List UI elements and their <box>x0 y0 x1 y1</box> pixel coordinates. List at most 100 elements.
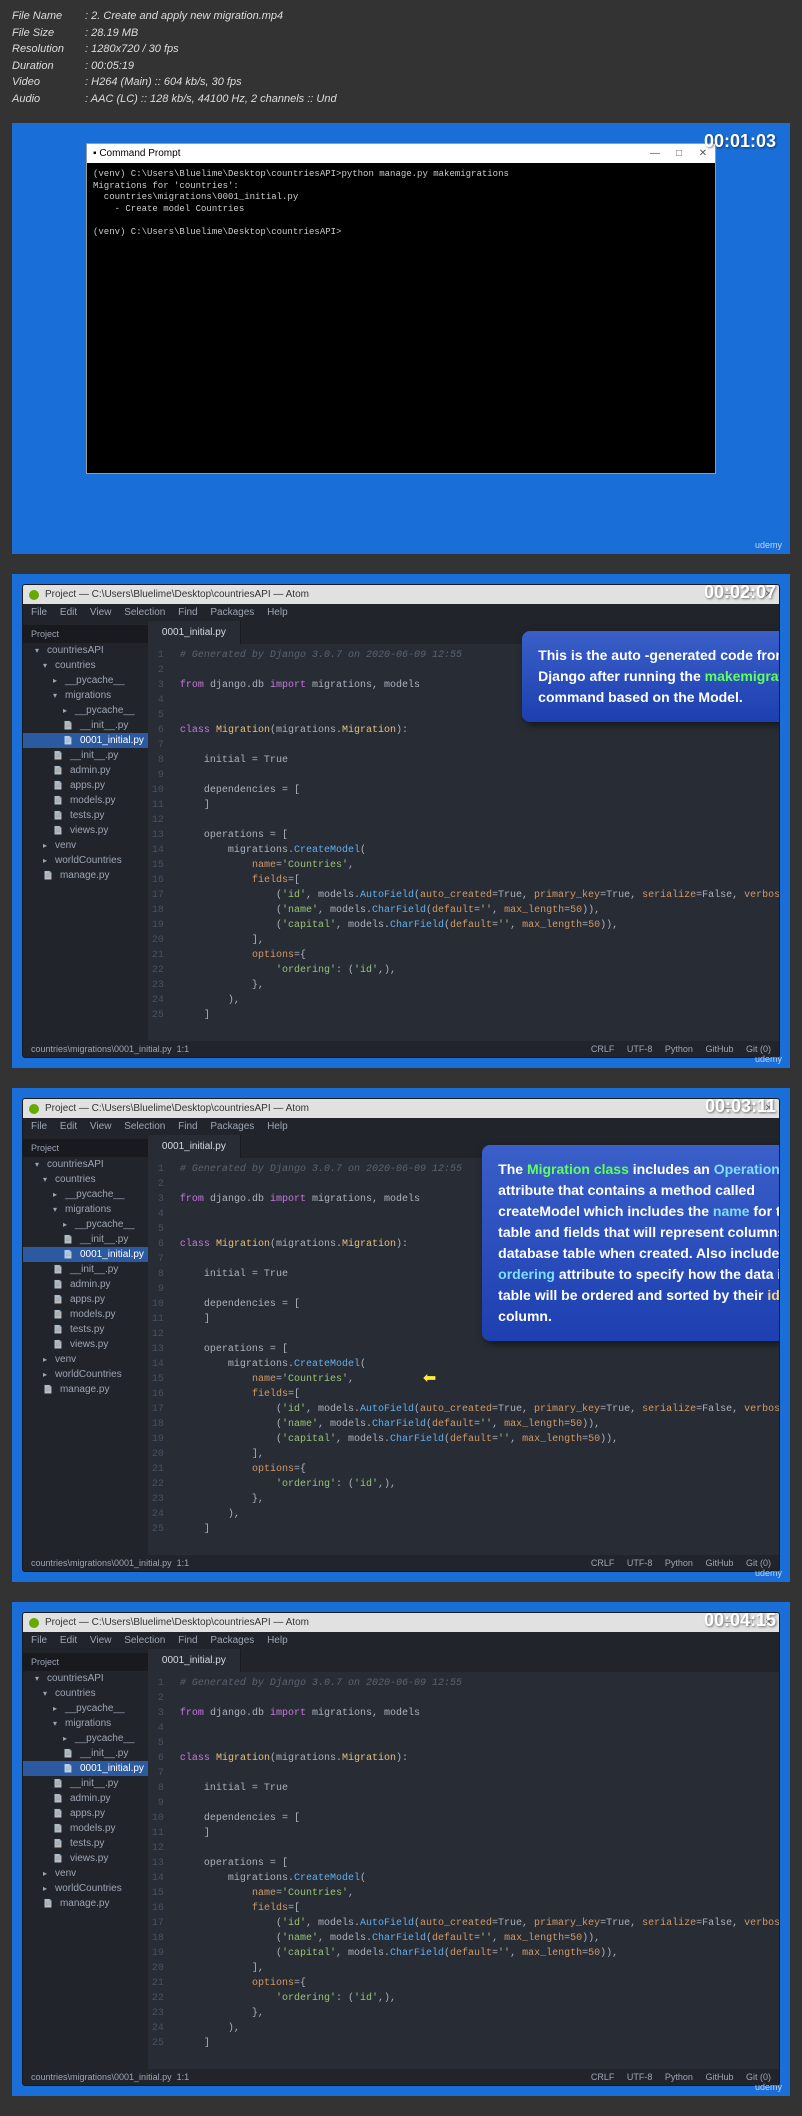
tree-folder[interactable]: venv <box>23 838 148 853</box>
tree-folder[interactable]: worldCountries <box>23 1881 148 1896</box>
tree-file[interactable]: tests.py <box>23 1322 148 1337</box>
menu-file[interactable]: File <box>31 1635 47 1646</box>
tree-file[interactable]: admin.py <box>23 763 148 778</box>
tree-file[interactable]: tests.py <box>23 1836 148 1851</box>
tree-file[interactable]: views.py <box>23 1337 148 1352</box>
tree-root[interactable]: countriesAPI <box>23 1157 148 1172</box>
status-crlf[interactable]: CRLF <box>591 1558 615 1568</box>
tree-folder[interactable]: __pycache__ <box>23 1217 148 1232</box>
menu-selection[interactable]: Selection <box>124 1121 165 1132</box>
tree-file-selected[interactable]: 0001_initial.py <box>23 733 148 748</box>
tree-file[interactable]: manage.py <box>23 1382 148 1397</box>
tree-folder[interactable]: worldCountries <box>23 853 148 868</box>
tree-file[interactable]: admin.py <box>23 1791 148 1806</box>
tree-file[interactable]: __init__.py <box>23 748 148 763</box>
menu-find[interactable]: Find <box>178 1635 197 1646</box>
status-git[interactable]: Git (0) <box>746 2072 771 2082</box>
menu-view[interactable]: View <box>90 1121 112 1132</box>
status-git[interactable]: Git (0) <box>746 1558 771 1568</box>
menu-packages[interactable]: Packages <box>210 1635 254 1646</box>
tree-folder[interactable]: __pycache__ <box>23 1731 148 1746</box>
menu-edit[interactable]: Edit <box>60 1121 77 1132</box>
menu-packages[interactable]: Packages <box>210 607 254 618</box>
editor-tab[interactable]: 0001_initial.py <box>148 1135 241 1158</box>
status-crlf[interactable]: CRLF <box>591 1044 615 1054</box>
tree-file[interactable]: apps.py <box>23 1806 148 1821</box>
atom-titlebar[interactable]: Project — C:\Users\Bluelime\Desktop\coun… <box>23 1099 779 1118</box>
tree-root[interactable]: countriesAPI <box>23 1671 148 1686</box>
menu-file[interactable]: File <box>31 607 47 618</box>
tree-file[interactable]: __init__.py <box>23 1746 148 1761</box>
status-path[interactable]: countries\migrations\0001_initial.py <box>31 1558 172 1568</box>
maximize-icon[interactable]: □ <box>673 148 685 159</box>
project-sidebar[interactable]: Project countriesAPI countries __pycache… <box>23 1135 148 1555</box>
status-language[interactable]: Python <box>665 2072 693 2082</box>
cmd-output[interactable]: (venv) C:\Users\Bluelime\Desktop\countri… <box>87 163 715 473</box>
tree-folder[interactable]: __pycache__ <box>23 673 148 688</box>
tree-folder[interactable]: venv <box>23 1352 148 1367</box>
tree-folder[interactable]: countries <box>23 658 148 673</box>
tree-folder[interactable]: __pycache__ <box>23 1187 148 1202</box>
tree-file[interactable]: __init__.py <box>23 1232 148 1247</box>
menu-edit[interactable]: Edit <box>60 607 77 618</box>
menu-find[interactable]: Find <box>178 1121 197 1132</box>
minimize-icon[interactable]: — <box>649 148 661 159</box>
status-cursor-pos[interactable]: 1:1 <box>177 1558 190 1568</box>
tree-root[interactable]: countriesAPI <box>23 643 148 658</box>
tree-folder[interactable]: __pycache__ <box>23 1701 148 1716</box>
status-github[interactable]: GitHub <box>705 1558 733 1568</box>
menu-find[interactable]: Find <box>178 607 197 618</box>
tree-file[interactable]: models.py <box>23 1307 148 1322</box>
menu-help[interactable]: Help <box>267 1635 288 1646</box>
menu-view[interactable]: View <box>90 607 112 618</box>
tree-file[interactable]: manage.py <box>23 868 148 883</box>
tree-file[interactable]: __init__.py <box>23 718 148 733</box>
tree-file[interactable]: views.py <box>23 1851 148 1866</box>
tree-folder[interactable]: countries <box>23 1686 148 1701</box>
tree-file[interactable]: apps.py <box>23 778 148 793</box>
editor-tab[interactable]: 0001_initial.py <box>148 1649 241 1672</box>
tree-file[interactable]: views.py <box>23 823 148 838</box>
tree-folder[interactable]: __pycache__ <box>23 703 148 718</box>
project-sidebar[interactable]: Project countriesAPI countries __pycache… <box>23 621 148 1041</box>
tree-file-selected[interactable]: 0001_initial.py <box>23 1761 148 1776</box>
tree-file[interactable]: tests.py <box>23 808 148 823</box>
status-github[interactable]: GitHub <box>705 1044 733 1054</box>
menu-edit[interactable]: Edit <box>60 1635 77 1646</box>
tree-folder[interactable]: migrations <box>23 688 148 703</box>
menu-help[interactable]: Help <box>267 1121 288 1132</box>
cmd-titlebar[interactable]: ▪ Command Prompt — □ ✕ <box>87 144 715 163</box>
status-encoding[interactable]: UTF-8 <box>627 2072 653 2082</box>
tree-file[interactable]: manage.py <box>23 1896 148 1911</box>
status-path[interactable]: countries\migrations\0001_initial.py <box>31 2072 172 2082</box>
atom-titlebar[interactable]: Project — C:\Users\Bluelime\Desktop\coun… <box>23 1613 779 1632</box>
status-path[interactable]: countries\migrations\0001_initial.py <box>31 1044 172 1054</box>
tree-folder[interactable]: migrations <box>23 1202 148 1217</box>
tree-file[interactable]: admin.py <box>23 1277 148 1292</box>
status-git[interactable]: Git (0) <box>746 1044 771 1054</box>
status-language[interactable]: Python <box>665 1558 693 1568</box>
tree-folder[interactable]: worldCountries <box>23 1367 148 1382</box>
status-language[interactable]: Python <box>665 1044 693 1054</box>
status-github[interactable]: GitHub <box>705 2072 733 2082</box>
status-encoding[interactable]: UTF-8 <box>627 1044 653 1054</box>
status-cursor-pos[interactable]: 1:1 <box>177 2072 190 2082</box>
code-editor[interactable]: # Generated by Django 3.0.7 on 2020-06-0… <box>172 1672 780 2055</box>
status-encoding[interactable]: UTF-8 <box>627 1558 653 1568</box>
menu-view[interactable]: View <box>90 1635 112 1646</box>
menu-help[interactable]: Help <box>267 607 288 618</box>
menu-selection[interactable]: Selection <box>124 607 165 618</box>
status-crlf[interactable]: CRLF <box>591 2072 615 2082</box>
menu-selection[interactable]: Selection <box>124 1635 165 1646</box>
tree-folder[interactable]: venv <box>23 1866 148 1881</box>
project-sidebar[interactable]: Project countriesAPI countries __pycache… <box>23 1649 148 2069</box>
atom-titlebar[interactable]: Project — C:\Users\Bluelime\Desktop\coun… <box>23 585 779 604</box>
tree-file[interactable]: apps.py <box>23 1292 148 1307</box>
menu-file[interactable]: File <box>31 1121 47 1132</box>
tree-file[interactable]: models.py <box>23 793 148 808</box>
tree-file[interactable]: models.py <box>23 1821 148 1836</box>
tree-folder[interactable]: migrations <box>23 1716 148 1731</box>
editor-tab[interactable]: 0001_initial.py <box>148 621 241 644</box>
menu-packages[interactable]: Packages <box>210 1121 254 1132</box>
tree-file[interactable]: __init__.py <box>23 1262 148 1277</box>
